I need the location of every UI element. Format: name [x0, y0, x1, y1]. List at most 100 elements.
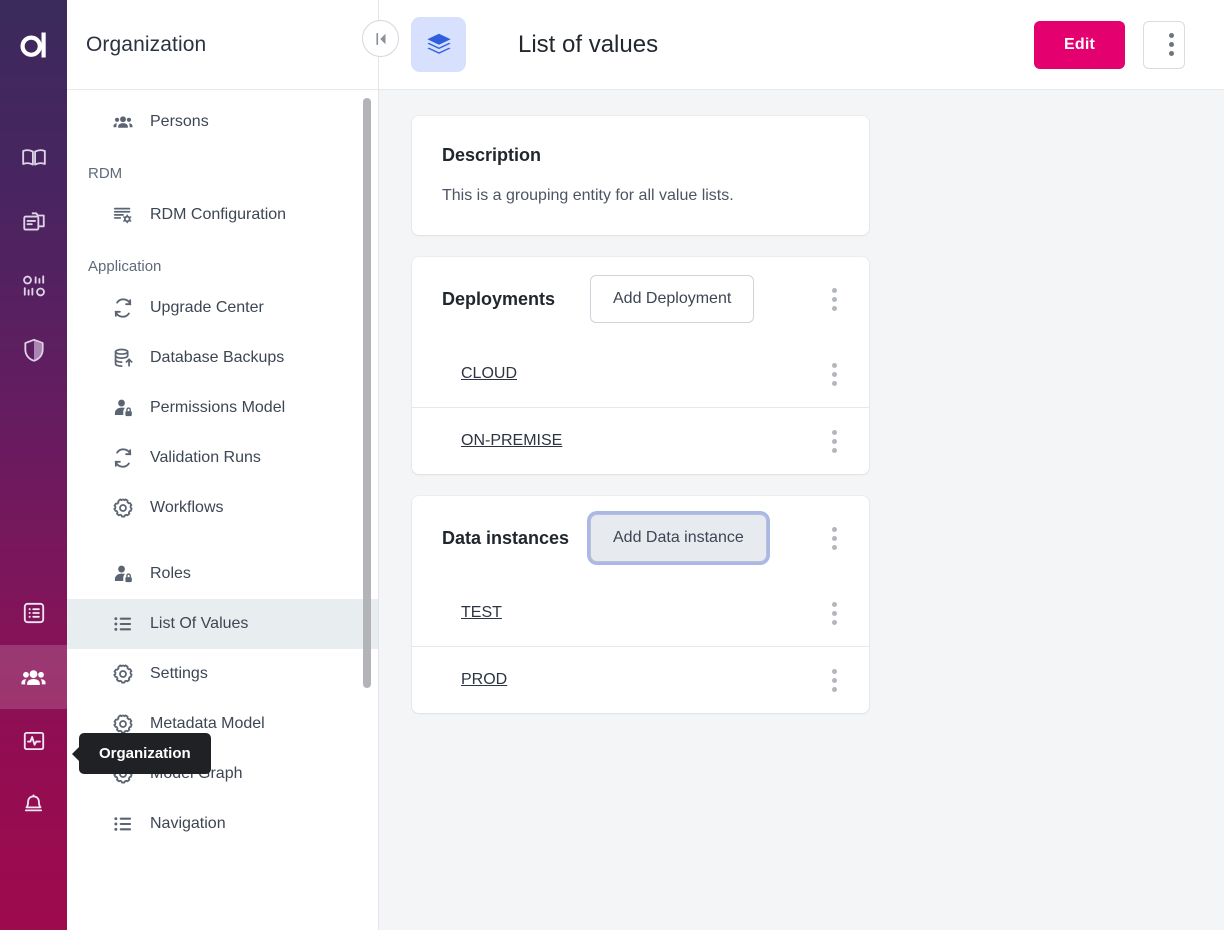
- bullet-list-icon: [111, 812, 135, 836]
- rail-items: [0, 90, 67, 837]
- sidebar-title: Organization: [86, 32, 207, 56]
- refresh-icon: [111, 296, 135, 320]
- primary-icon-rail: [0, 0, 67, 930]
- sidebar-item-list-of-values[interactable]: List Of Values: [67, 599, 378, 649]
- sidebar-group-rdm: RDM: [88, 165, 123, 182]
- skip-back-icon: [372, 30, 390, 48]
- description-card-title: Description: [442, 145, 542, 165]
- bell-icon: [21, 793, 46, 818]
- sidebar-item-label: List Of Values: [150, 615, 249, 632]
- layers-icon: [411, 17, 466, 72]
- sidebar-item-permissions-model[interactable]: Permissions Model: [67, 383, 378, 433]
- sidebar-item-label: Database Backups: [150, 349, 285, 366]
- refresh-icon: [111, 446, 135, 470]
- gear-icon: [111, 662, 135, 686]
- sidebar-item-label: Settings: [150, 665, 208, 682]
- sidebar-item-label: Permissions Model: [150, 399, 286, 416]
- sidebar-nav-list: Persons RDM RDM Configuration Applicatio…: [67, 90, 378, 930]
- sidebar-item-rdm-configuration[interactable]: RDM Configuration: [67, 190, 378, 240]
- deployments-card: Deployments Add Deployment CLOUD ON-PREM…: [412, 257, 869, 474]
- rail-tooltip: Organization: [79, 733, 211, 774]
- list-item: ON-PREMISE: [412, 407, 869, 474]
- sidebar-item-label: RDM Configuration: [150, 206, 287, 223]
- sidebar-group-application: Application: [88, 258, 162, 275]
- sidebar-scrollbar[interactable]: [363, 98, 371, 688]
- people-icon: [111, 110, 135, 134]
- sidebar-divider-space: [67, 533, 378, 549]
- sidebar-item-label: Upgrade Center: [150, 299, 264, 316]
- deployment-row-more-options-button[interactable]: [821, 424, 847, 458]
- deployment-row-more-options-button[interactable]: [821, 357, 847, 391]
- page-title: List of values: [518, 30, 659, 58]
- sidebar-header: Organization: [67, 0, 378, 90]
- secondary-sidebar: Organization Persons RDM RDM Configurati…: [67, 0, 379, 930]
- deployments-more-options-button[interactable]: [821, 282, 847, 316]
- sidebar-item-label: Metadata Model: [150, 715, 265, 732]
- folders-icon: [21, 209, 47, 235]
- list-box-icon: [21, 600, 47, 626]
- content-area: Description This is a grouping entity fo…: [379, 90, 1224, 930]
- sidebar-item-label: Validation Runs: [150, 449, 261, 466]
- rail-item-notifications[interactable]: [0, 773, 67, 837]
- data-instance-link[interactable]: TEST: [461, 604, 502, 622]
- description-card-text: This is a grouping entity for all value …: [442, 187, 734, 204]
- edit-button[interactable]: Edit: [1033, 20, 1125, 69]
- sidebar-item-persons[interactable]: Persons: [67, 97, 378, 147]
- book-icon: [21, 145, 47, 171]
- data-model-icon: [21, 273, 47, 299]
- add-deployment-button[interactable]: Add Deployment: [590, 275, 755, 323]
- rail-item-folders[interactable]: [0, 190, 67, 254]
- rail-item-data-model[interactable]: [0, 254, 67, 318]
- list-item: TEST: [412, 580, 869, 646]
- list-item: PROD: [412, 646, 869, 713]
- list-item: CLOUD: [412, 341, 869, 407]
- data-instance-row-more-options-button[interactable]: [821, 596, 847, 630]
- sidebar-item-label: Persons: [150, 113, 209, 130]
- logo-a-icon[interactable]: [0, 0, 67, 90]
- sidebar-item-label: Navigation: [150, 815, 226, 832]
- data-instance-link[interactable]: PROD: [461, 671, 507, 689]
- deployment-link[interactable]: ON-PREMISE: [461, 432, 562, 450]
- sidebar-item-settings[interactable]: Settings: [67, 649, 378, 699]
- sidebar-item-navigation[interactable]: Navigation: [67, 799, 378, 849]
- sidebar-item-label: Workflows: [150, 499, 224, 516]
- people-icon: [20, 664, 47, 691]
- bullet-list-icon: [111, 612, 135, 636]
- gear-icon: [111, 496, 135, 520]
- user-lock-icon: [111, 396, 135, 420]
- deployments-card-title: Deployments: [442, 288, 556, 309]
- rail-item-monitoring[interactable]: [0, 709, 67, 773]
- data-instances-card: Data instances Add Data instance TEST PR…: [412, 496, 869, 713]
- sidebar-item-workflows[interactable]: Workflows: [67, 483, 378, 533]
- sidebar-item-roles[interactable]: Roles: [67, 549, 378, 599]
- deployment-link[interactable]: CLOUD: [461, 365, 517, 383]
- collapse-sidebar-button[interactable]: [362, 20, 399, 57]
- add-data-instance-button[interactable]: Add Data instance: [590, 514, 767, 562]
- data-instances-card-header: Data instances Add Data instance: [412, 496, 869, 580]
- kebab-icon: [1158, 28, 1184, 62]
- list-settings-icon: [111, 203, 135, 227]
- main-header: List of values Edit: [379, 0, 1224, 90]
- database-up-icon: [111, 346, 135, 370]
- sidebar-item-upgrade-center[interactable]: Upgrade Center: [67, 283, 378, 333]
- description-card: Description This is a grouping entity fo…: [412, 116, 869, 235]
- data-instance-row-more-options-button[interactable]: [821, 663, 847, 697]
- shield-icon: [21, 337, 47, 363]
- monitoring-icon: [21, 728, 47, 754]
- app-root: Organization Persons RDM RDM Configurati…: [0, 0, 1224, 930]
- header-actions: Edit: [1033, 20, 1185, 69]
- rail-spacer: [0, 382, 67, 581]
- data-instances-more-options-button[interactable]: [821, 521, 847, 555]
- main-area: List of values Edit Description This is …: [379, 0, 1224, 930]
- sidebar-item-validation-runs[interactable]: Validation Runs: [67, 433, 378, 483]
- rail-item-book[interactable]: [0, 126, 67, 190]
- user-lock-icon: [111, 562, 135, 586]
- deployments-card-header: Deployments Add Deployment: [412, 257, 869, 341]
- rail-item-list-box[interactable]: [0, 581, 67, 645]
- data-instances-card-title: Data instances: [442, 527, 570, 548]
- rail-item-shield[interactable]: [0, 318, 67, 382]
- rail-item-organization[interactable]: [0, 645, 67, 709]
- sidebar-item-label: Roles: [150, 565, 191, 582]
- header-more-options-button[interactable]: [1143, 20, 1185, 69]
- sidebar-item-database-backups[interactable]: Database Backups: [67, 333, 378, 383]
